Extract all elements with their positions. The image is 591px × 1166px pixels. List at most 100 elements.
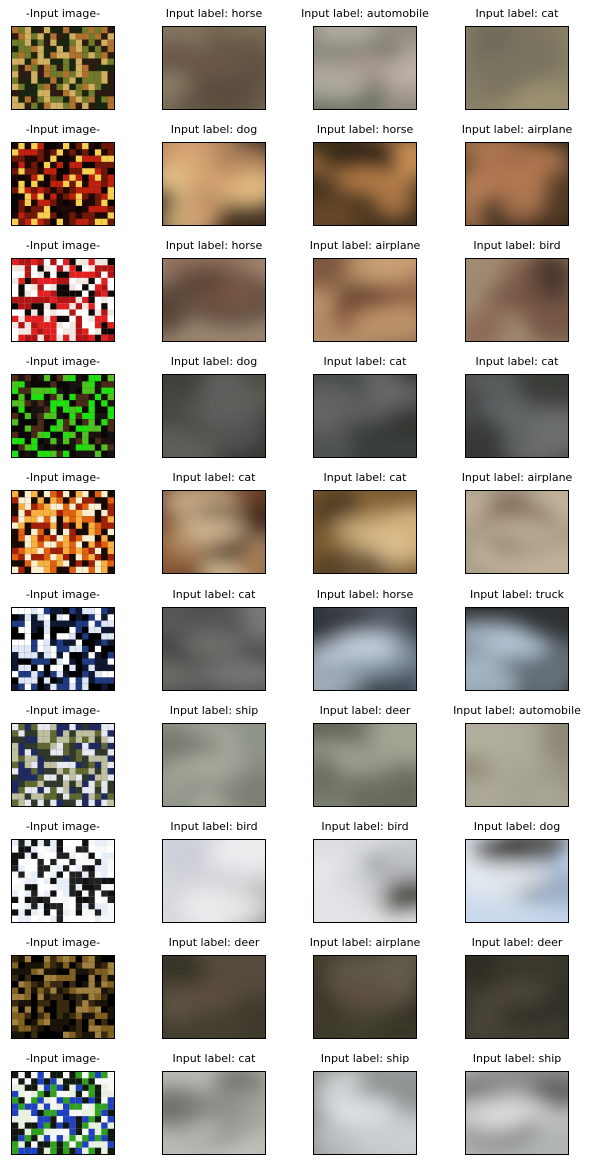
- input-label-title: Input label: horse: [165, 239, 263, 252]
- reconstructed-image: [313, 723, 417, 807]
- input-image-title: -Input image-: [25, 704, 101, 717]
- input-label-title: Input label: horse: [165, 7, 263, 20]
- image-content: [163, 956, 265, 1038]
- input-label-title: Input label: automobile: [453, 704, 581, 717]
- input-image-title: -Input image-: [25, 471, 101, 484]
- input-label-title: Input label: dog: [170, 355, 258, 368]
- input-image: [11, 1071, 115, 1155]
- input-label-title: Input label: cat: [475, 7, 559, 20]
- reconstructed-image: [313, 258, 417, 342]
- reconstructed-image: [465, 607, 569, 691]
- input-image: [11, 839, 115, 923]
- image-content: [466, 259, 568, 341]
- image-content: [466, 27, 568, 109]
- reconstructed-image: [162, 26, 266, 110]
- image-content: [163, 1072, 265, 1154]
- image-grid: -Input image- Input label: horse Input lab…: [0, 0, 591, 1166]
- reconstructed-image: [465, 258, 569, 342]
- input-label-title: Input label: airplane: [461, 471, 573, 484]
- image-content: [466, 840, 568, 922]
- image-content: [12, 259, 114, 341]
- input-label-title: Input label: horse: [316, 588, 414, 601]
- input-label-title: Input label: ship: [320, 1052, 410, 1065]
- input-image: [11, 258, 115, 342]
- image-content: [314, 143, 416, 225]
- image-content: [163, 724, 265, 806]
- reconstructed-image: [313, 374, 417, 458]
- input-label-title: Input label: ship: [472, 1052, 562, 1065]
- reconstructed-image: [313, 142, 417, 226]
- input-label-title: Input label: bird: [170, 820, 258, 833]
- input-image: [11, 490, 115, 574]
- image-content: [466, 143, 568, 225]
- reconstructed-image: [162, 258, 266, 342]
- input-label-title: Input label: airplane: [309, 936, 421, 949]
- input-label-title: Input label: bird: [321, 820, 409, 833]
- input-image-title: -Input image-: [25, 588, 101, 601]
- input-image-title: -Input image-: [25, 355, 101, 368]
- image-content: [12, 1072, 114, 1154]
- reconstructed-image: [313, 26, 417, 110]
- image-content: [314, 608, 416, 690]
- input-label-title: Input label: ship: [169, 704, 259, 717]
- reconstructed-image: [465, 374, 569, 458]
- image-content: [314, 1072, 416, 1154]
- input-label-title: Input label: truck: [469, 588, 564, 601]
- input-label-title: Input label: bird: [473, 239, 561, 252]
- input-label-title: Input label: cat: [323, 471, 407, 484]
- reconstructed-image: [465, 1071, 569, 1155]
- image-content: [12, 27, 114, 109]
- image-content: [466, 375, 568, 457]
- reconstructed-image: [465, 839, 569, 923]
- reconstructed-image: [162, 839, 266, 923]
- image-content: [314, 956, 416, 1038]
- image-content: [163, 608, 265, 690]
- image-content: [466, 1072, 568, 1154]
- reconstructed-image: [162, 374, 266, 458]
- input-label-title: Input label: airplane: [461, 123, 573, 136]
- image-content: [466, 491, 568, 573]
- input-image: [11, 142, 115, 226]
- input-label-title: Input label: deer: [471, 936, 563, 949]
- reconstructed-image: [313, 1071, 417, 1155]
- image-content: [163, 27, 265, 109]
- input-image-title: -Input image-: [25, 123, 101, 136]
- reconstructed-image: [313, 490, 417, 574]
- reconstructed-image: [313, 607, 417, 691]
- image-content: [314, 724, 416, 806]
- image-content: [163, 143, 265, 225]
- input-image-title: -Input image-: [25, 1052, 101, 1065]
- input-label-title: Input label: deer: [319, 704, 411, 717]
- image-content: [314, 259, 416, 341]
- reconstructed-image: [313, 955, 417, 1039]
- image-content: [314, 491, 416, 573]
- input-image-title: -Input image-: [25, 820, 101, 833]
- image-content: [12, 840, 114, 922]
- image-content: [314, 840, 416, 922]
- input-image: [11, 374, 115, 458]
- image-content: [163, 491, 265, 573]
- image-content: [12, 956, 114, 1038]
- reconstructed-image: [465, 955, 569, 1039]
- input-label-title: Input label: dog: [170, 123, 258, 136]
- reconstructed-image: [162, 142, 266, 226]
- input-image-title: -Input image-: [25, 936, 101, 949]
- reconstructed-image: [162, 1071, 266, 1155]
- input-label-title: Input label: deer: [168, 936, 260, 949]
- input-image: [11, 607, 115, 691]
- reconstructed-image: [313, 839, 417, 923]
- image-content: [466, 956, 568, 1038]
- reconstructed-image: [465, 723, 569, 807]
- input-label-title: Input label: airplane: [309, 239, 421, 252]
- reconstructed-image: [465, 26, 569, 110]
- input-label-title: Input label: cat: [172, 588, 256, 601]
- reconstructed-image: [162, 723, 266, 807]
- reconstructed-image: [162, 490, 266, 574]
- reconstructed-image: [465, 490, 569, 574]
- image-content: [163, 375, 265, 457]
- input-label-title: Input label: cat: [172, 471, 256, 484]
- image-content: [163, 259, 265, 341]
- image-content: [466, 724, 568, 806]
- reconstructed-image: [465, 142, 569, 226]
- image-content: [466, 608, 568, 690]
